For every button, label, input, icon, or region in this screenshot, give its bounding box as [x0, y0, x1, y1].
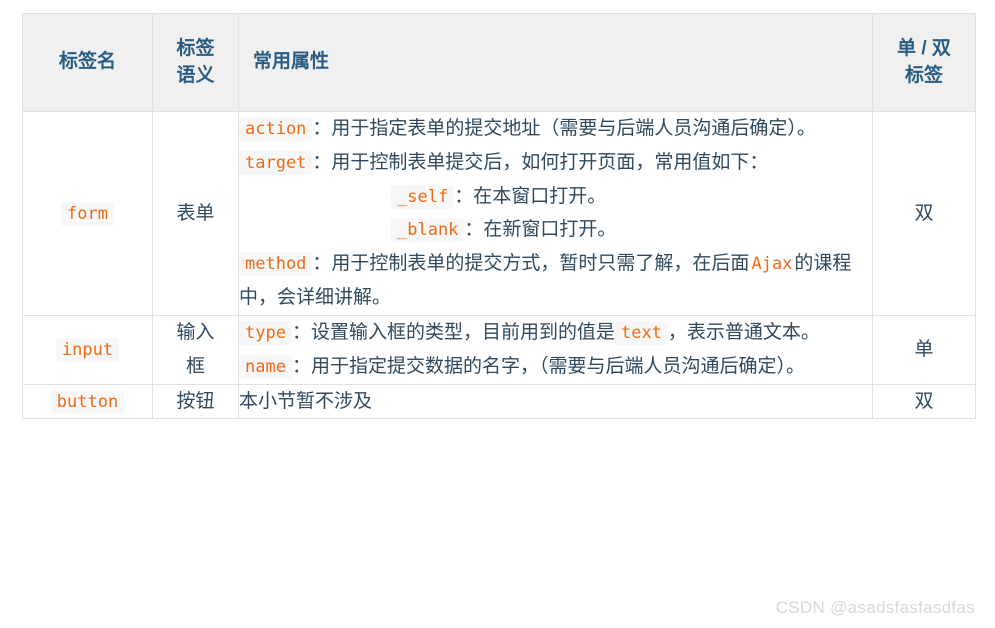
cell-semantics-form: 表单	[152, 111, 239, 316]
column-header-tag-semantics-line2: 语义	[176, 64, 215, 86]
column-header-single-double-line1: 单 / 双	[897, 37, 951, 59]
attribute-line-method: method ：用于控制表单的提交方式，暂时只需了解，在后面 Ajax 的课程中，会详…	[239, 247, 872, 315]
attribute-text-type-2: ，表示普通文本。	[667, 321, 820, 343]
cell-tag-name-button: button	[22, 383, 153, 420]
column-header-common-attributes: 常用属性	[238, 13, 873, 112]
column-header-single-double: 单 / 双 标签	[872, 13, 976, 112]
code-token-text: text	[614, 320, 668, 345]
table-row: input 输入 框 type ：设置输入框的类型，目前用到的值是 text ，表示普…	[22, 314, 976, 385]
cell-pair-button: 双	[872, 383, 976, 420]
cell-attributes-button: 本小节暂不涉及	[238, 383, 873, 420]
attribute-line-type: type ：设置输入框的类型，目前用到的值是 text ，表示普通文本。	[239, 316, 872, 350]
code-token-blank: _blank	[391, 218, 465, 243]
cell-tag-name-form: form	[22, 111, 153, 316]
page-root: 标签名 标签 语义 常用属性 单 / 双 标签 form 表单 action ：…	[0, 0, 995, 628]
attribute-text-action: ：用于指定表单的提交地址（需要与后端人员沟通后确定）。	[312, 118, 816, 139]
cell-pair-input: 单	[872, 314, 976, 385]
attribute-text-type: ：设置输入框的类型，目前用到的值是	[291, 321, 615, 343]
cell-pair-form: 双	[872, 111, 976, 316]
code-token-form: form	[61, 201, 114, 226]
code-token-self: _self	[391, 184, 455, 209]
attribute-text-self: ：在本窗口打开。	[454, 185, 607, 207]
cell-semantics-input-line1: 输入	[176, 321, 215, 343]
csdn-watermark: CSDN @asadsfasfasdfas	[775, 598, 975, 617]
table-header-row: 标签名 标签 语义 常用属性 单 / 双 标签	[22, 13, 976, 112]
attribute-line-blank: _blank ：在新窗口打开。	[239, 213, 872, 247]
column-header-single-double-line2: 标签	[904, 64, 943, 86]
html-form-tags-table: 标签名 标签 语义 常用属性 单 / 双 标签 form 表单 action ：…	[22, 13, 976, 420]
code-token-target: target	[239, 150, 313, 175]
code-token-name: name	[239, 354, 292, 379]
cell-semantics-input: 输入 框	[152, 314, 239, 385]
table-header: 标签名 标签 语义 常用属性 单 / 双 标签	[22, 13, 976, 112]
cell-tag-name-input: input	[22, 314, 153, 385]
code-token-ajax: Ajax	[751, 254, 793, 275]
code-token-type: type	[239, 320, 292, 345]
attribute-line-name: name ：用于指定提交数据的名字，（需要与后端人员沟通后确定）。	[239, 350, 872, 384]
attribute-line-target: target ：用于控制表单提交后，如何打开页面，常用值如下：	[239, 146, 872, 180]
cell-attributes-input: type ：设置输入框的类型，目前用到的值是 text ，表示普通文本。 name ：用…	[238, 314, 873, 385]
column-header-tag-name: 标签名	[22, 13, 153, 112]
attribute-text-blank: ：在新窗口打开。	[464, 219, 617, 241]
table-body: form 表单 action ：用于指定表单的提交地址（需要与后端人员沟通后确定）…	[22, 111, 976, 420]
attribute-line-action: action ：用于指定表单的提交地址（需要与后端人员沟通后确定）。	[239, 112, 872, 146]
table-row: form 表单 action ：用于指定表单的提交地址（需要与后端人员沟通后确定）…	[22, 111, 976, 316]
code-token-input: input	[55, 337, 120, 362]
code-token-button: button	[50, 389, 125, 414]
cell-semantics-button: 按钮	[152, 383, 239, 420]
column-header-tag-semantics: 标签 语义	[152, 13, 239, 112]
attribute-text-name: ：用于指定提交数据的名字，（需要与后端人员沟通后确定）。	[291, 355, 805, 377]
table-row: button 按钮 本小节暂不涉及 双	[22, 383, 976, 420]
cell-attributes-form: action ：用于指定表单的提交地址（需要与后端人员沟通后确定）。 target…	[238, 111, 873, 316]
column-header-tag-semantics-line1: 标签	[176, 37, 215, 59]
attribute-text-target: ：用于控制表单提交后，如何打开页面，常用值如下：	[312, 151, 769, 173]
cell-semantics-input-line2: 框	[185, 355, 205, 377]
attribute-text-method: ：用于控制表单的提交方式，暂时只需了解，在后面	[312, 253, 750, 275]
attribute-line-self: _self ：在本窗口打开。	[239, 180, 872, 214]
code-token-method: method	[239, 252, 313, 277]
code-token-action: action	[239, 117, 313, 141]
